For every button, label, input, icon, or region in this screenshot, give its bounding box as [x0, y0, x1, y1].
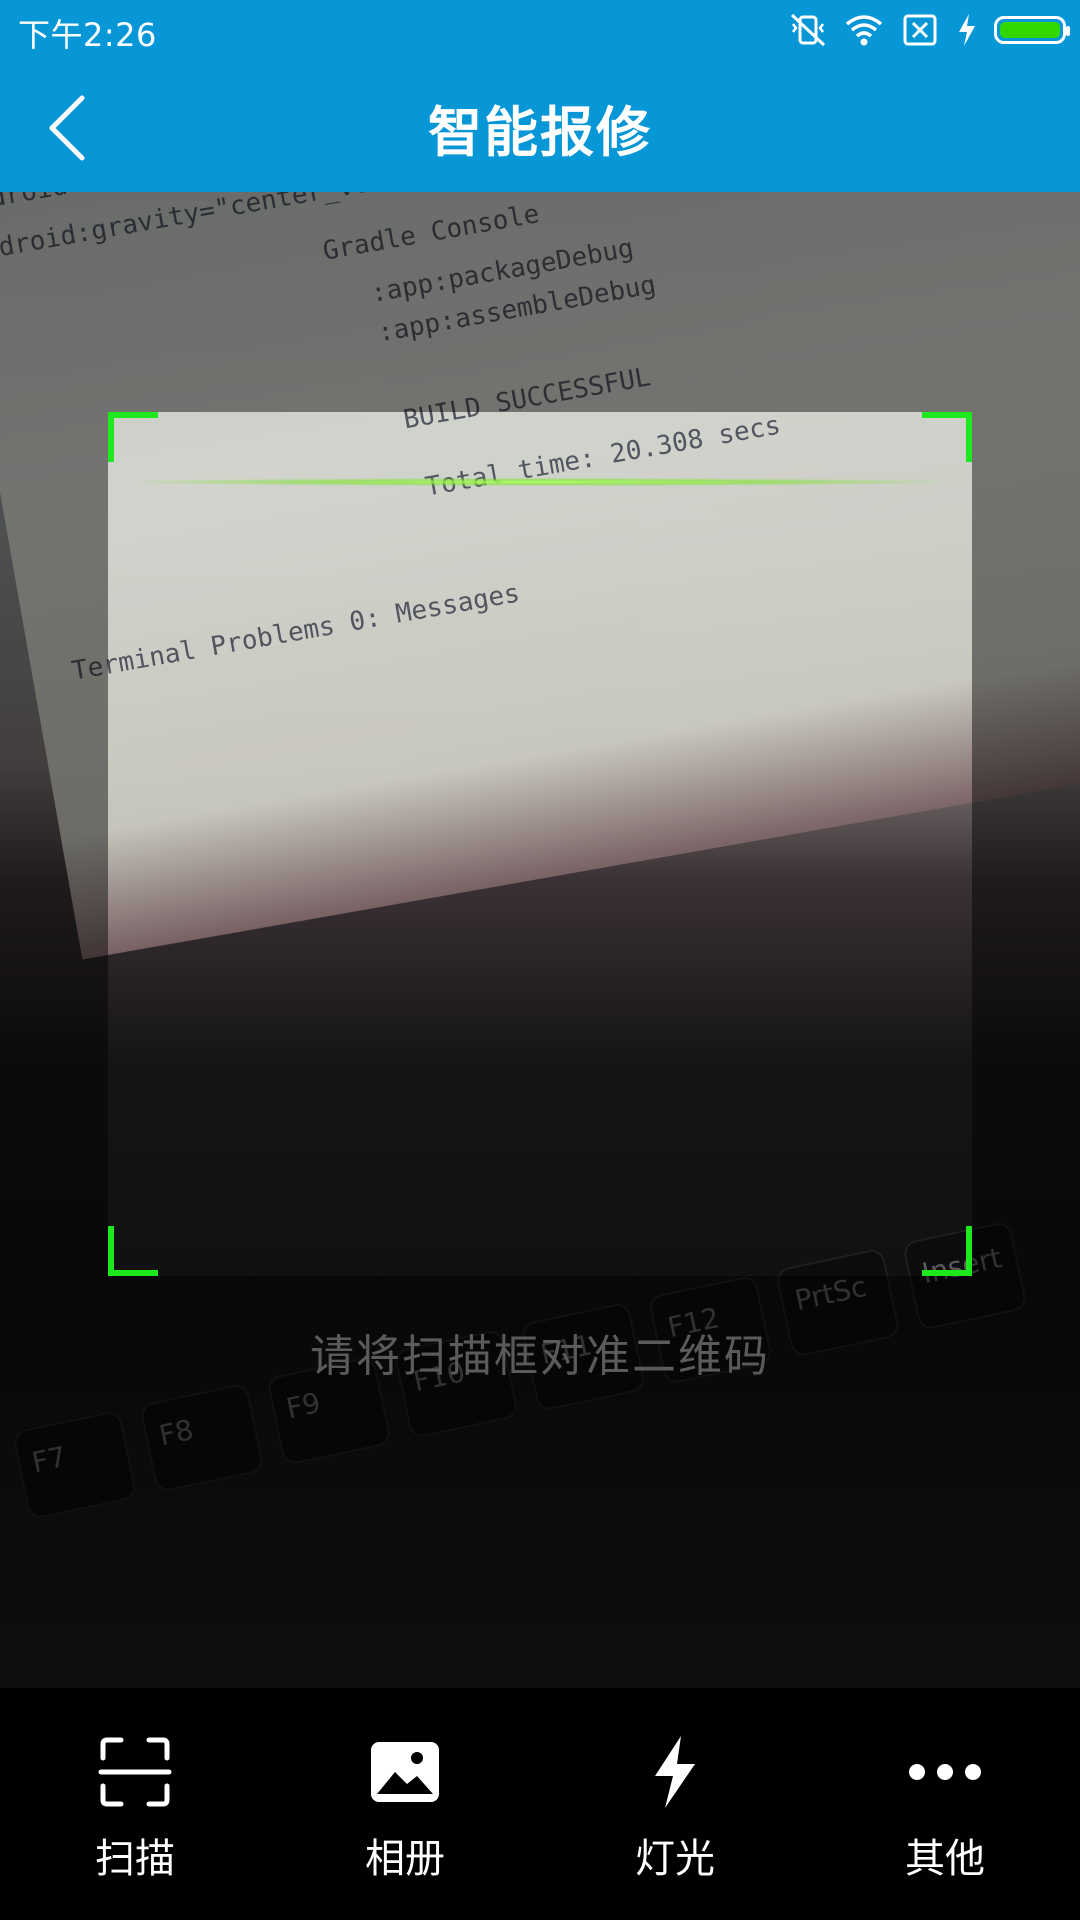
status-time: 下午2:26: [18, 16, 157, 54]
scan-button[interactable]: 扫描: [0, 1688, 270, 1920]
vibrate-off-icon: [790, 13, 826, 47]
sim-off-icon: [903, 14, 937, 46]
bottom-toolbar: 扫描 相册 灯光 其他: [0, 1688, 1080, 1920]
page-title: 智能报修: [428, 101, 652, 164]
flash-label: 灯光: [635, 1836, 715, 1882]
gallery-icon: [371, 1742, 439, 1802]
flash-icon: [655, 1736, 695, 1808]
more-button[interactable]: 其他: [810, 1688, 1080, 1920]
app-header: 智能报修: [0, 60, 1080, 192]
scan-label: 扫描: [95, 1836, 175, 1882]
scan-mask-top: [0, 192, 1080, 412]
scan-corner-top-left: [108, 412, 158, 462]
battery-level: [1000, 22, 1060, 38]
battery-icon: [994, 16, 1070, 44]
more-label: 其他: [905, 1836, 985, 1882]
scan-mask-right: [972, 412, 1080, 1276]
more-icon: [909, 1764, 981, 1780]
scan-corner-top-right: [922, 412, 972, 462]
scan-mask-left: [0, 412, 108, 1276]
gallery-label: 相册: [365, 1836, 445, 1882]
status-icons: [788, 12, 1070, 48]
camera-preview: android:layout_height="@dimen" android:g…: [0, 192, 1080, 1688]
scan-line: [138, 478, 942, 486]
scan-frame: [108, 412, 972, 1276]
wifi-icon: [845, 15, 883, 46]
status-bar: 下午2:26: [0, 0, 1080, 60]
scan-corner-bottom-right: [922, 1226, 972, 1276]
gallery-button[interactable]: 相册: [270, 1688, 540, 1920]
scan-hint: 请将扫描框对准二维码: [310, 1331, 770, 1382]
flash-button[interactable]: 灯光: [540, 1688, 810, 1920]
scan-icon: [98, 1737, 172, 1807]
scan-corner-bottom-left: [108, 1226, 158, 1276]
charging-icon: [959, 14, 975, 46]
